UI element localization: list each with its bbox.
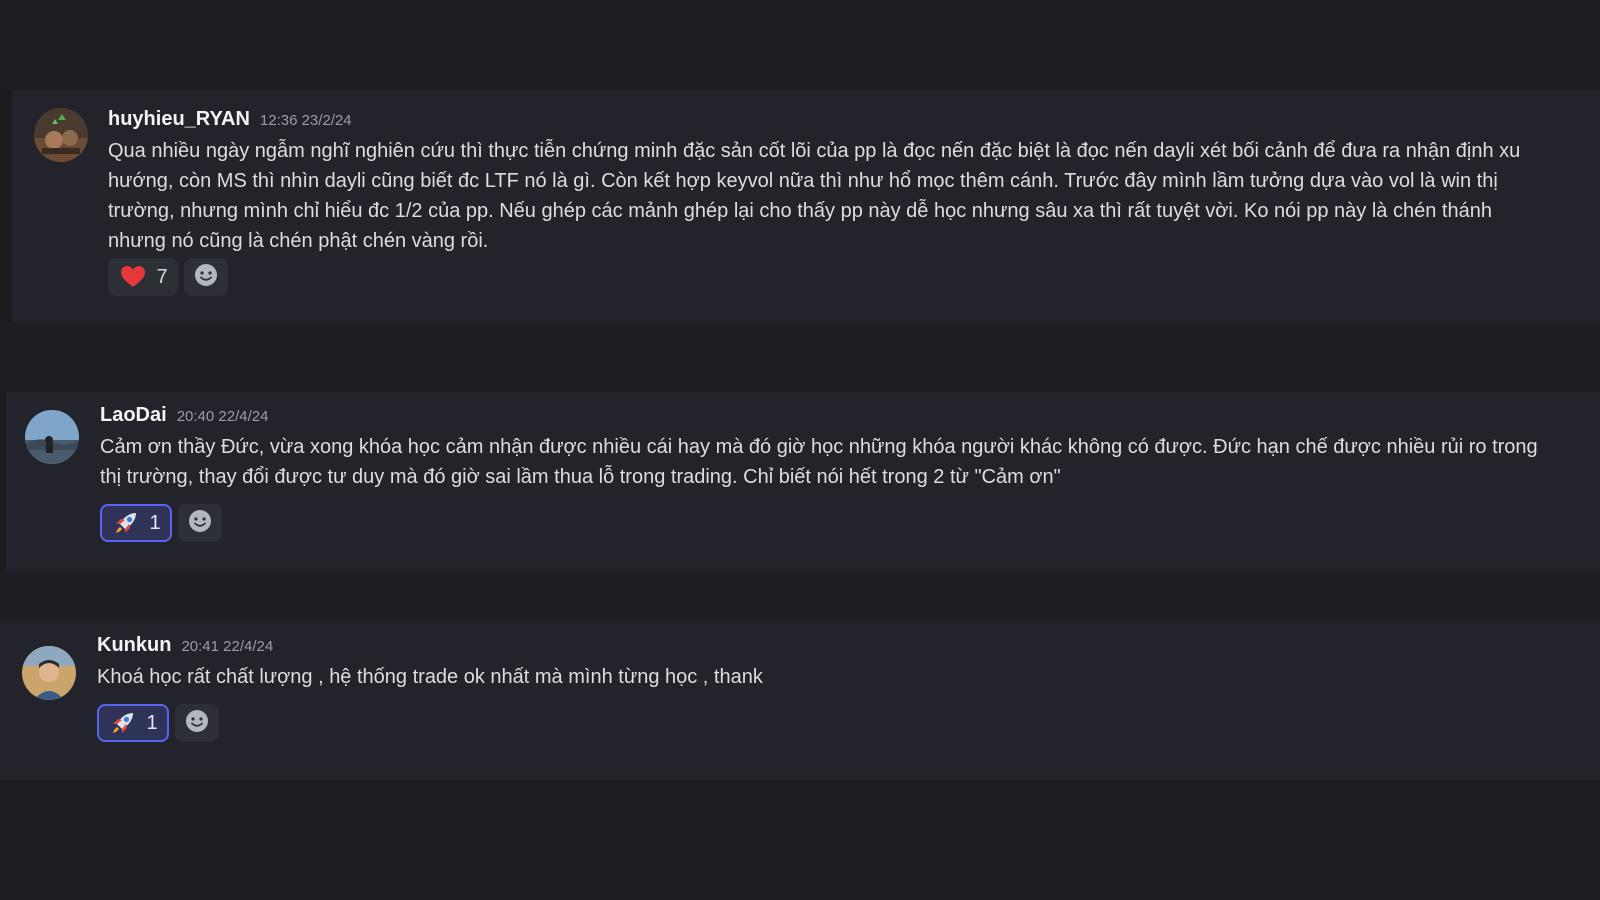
smile-icon [185,709,209,738]
reactions-bar: 1 [100,504,222,542]
message-line: Khoá học rất chất lượng , hệ thống trade… [97,666,763,688]
reaction-rocket[interactable]: 1 [97,704,169,742]
message-line: Cảm ơn thầy Đức, vừa xong khóa học cảm n… [100,436,1538,458]
timestamp: 20:41 22/4/24 [181,638,274,655]
message-line: trường, nhưng mình chỉ hiểu đc 1/2 của p… [108,200,1492,222]
add-reaction-button[interactable] [178,504,222,542]
reaction-count: 7 [156,265,168,288]
message-left-bar [0,90,12,322]
add-reaction-button[interactable] [184,258,228,296]
timestamp: 20:40 22/4/24 [176,408,269,425]
message-item: Kunkun 20:41 22/4/24 Khoá học rất chất l… [0,622,1600,780]
smile-icon [194,263,218,292]
reactions-bar: 7 [108,258,228,296]
avatar[interactable] [25,410,79,464]
username[interactable]: Kunkun [97,634,171,657]
message-item: LaoDai 20:40 22/4/24 Cảm ơn thầy Đức, vừ… [0,392,1600,572]
message-text: Qua nhiều ngày ngẫm nghĩ nghiên cứu thì … [108,136,1520,256]
message-line: hướng, còn MS thì nhìn dayli cũng biết đ… [108,170,1498,192]
avatar[interactable] [22,646,76,700]
rocket-icon [108,708,138,738]
username[interactable]: huyhieu_RYAN [108,108,250,131]
smile-icon [188,509,212,538]
timestamp: 12:36 23/2/24 [259,112,352,129]
reaction-count: 1 [149,511,161,534]
message-text: Cảm ơn thầy Đức, vừa xong khóa học cảm n… [100,432,1538,492]
top-spacer [0,0,1600,90]
reaction-heart[interactable]: 7 [108,258,178,296]
reaction-count: 1 [146,711,158,734]
bottom-spacer [0,780,1600,900]
message-item: huyhieu_RYAN 12:36 23/2/24 Qua nhiều ngà… [0,90,1600,322]
message-text: Khoá học rất chất lượng , hệ thống trade… [97,662,763,692]
message-line: Qua nhiều ngày ngẫm nghĩ nghiên cứu thì … [108,140,1521,162]
message-left-bar [0,392,6,572]
heart-icon [118,262,148,292]
rocket-icon [111,508,141,538]
reactions-bar: 1 [97,704,219,742]
message-line: nhưng nó cũng là chén phật chén vàng rồi… [108,230,489,252]
avatar[interactable] [34,108,88,162]
add-reaction-button[interactable] [175,704,219,742]
username[interactable]: LaoDai [100,404,167,427]
reaction-rocket[interactable]: 1 [100,504,172,542]
message-line: thị trường, thay đổi được tư duy mà đó g… [100,466,1061,488]
